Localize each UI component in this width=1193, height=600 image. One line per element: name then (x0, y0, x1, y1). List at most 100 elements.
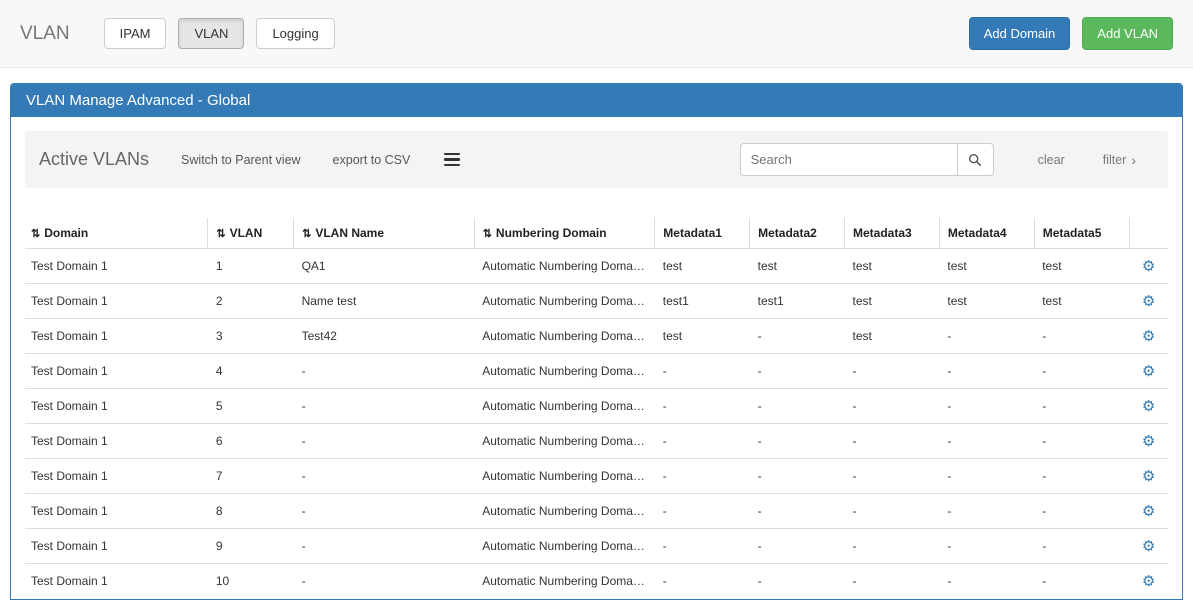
page-title: VLAN (20, 23, 70, 45)
table-cell: - (294, 564, 475, 599)
table-cell: Automatic Numbering Doma… (474, 424, 655, 459)
table-cell: test (655, 249, 750, 284)
table-cell: - (939, 354, 1034, 389)
table-cell: - (939, 459, 1034, 494)
column-label: VLAN (230, 226, 263, 240)
export-csv-link[interactable]: export to CSV (333, 153, 411, 167)
table-cell: test (845, 319, 940, 354)
column-label: Metadata4 (948, 226, 1007, 240)
table-row: Test Domain 18-Automatic Numbering Doma…… (25, 494, 1168, 529)
table-cell: test1 (655, 284, 750, 319)
gear-icon[interactable]: ⚙ (1142, 468, 1155, 485)
table-cell: Test Domain 1 (25, 424, 208, 459)
table-row: Test Domain 19-Automatic Numbering Doma…… (25, 529, 1168, 564)
table-row: Test Domain 17-Automatic Numbering Doma…… (25, 459, 1168, 494)
column-label: Domain (44, 226, 88, 240)
gear-icon[interactable]: ⚙ (1142, 258, 1155, 275)
table-cell: 10 (208, 564, 294, 599)
table-cell: - (655, 564, 750, 599)
table-cell: - (1034, 354, 1129, 389)
panel-heading: VLAN Manage Advanced - Global (11, 84, 1182, 117)
table-body: Test Domain 11QA1Automatic Numbering Dom… (25, 249, 1168, 599)
table-cell: test (845, 284, 940, 319)
table-cell: - (845, 494, 940, 529)
search-button[interactable] (958, 143, 994, 176)
menu-icon[interactable] (442, 149, 462, 171)
table-cell: - (845, 529, 940, 564)
table-cell: - (294, 354, 475, 389)
table-cell: - (655, 459, 750, 494)
gear-icon[interactable]: ⚙ (1142, 433, 1155, 450)
table-cell: - (750, 424, 845, 459)
actions-cell: ⚙ (1129, 494, 1168, 529)
table-cell: - (294, 494, 475, 529)
nav-button-vlan[interactable]: VLAN (178, 18, 244, 49)
table-cell: - (939, 529, 1034, 564)
table-cell: - (1034, 459, 1129, 494)
actions-cell: ⚙ (1129, 529, 1168, 564)
table-cell: - (1034, 424, 1129, 459)
clear-link[interactable]: clear (1038, 153, 1065, 167)
search-icon (968, 153, 982, 167)
switch-parent-view-link[interactable]: Switch to Parent view (181, 153, 301, 167)
column-header-metadata5: Metadata5 (1034, 218, 1129, 249)
table-cell: Automatic Numbering Doma… (474, 389, 655, 424)
table-cell: Automatic Numbering Doma… (474, 529, 655, 564)
column-header-vlan[interactable]: ⇅VLAN (208, 218, 294, 249)
top-navigation-bar: VLAN IPAM VLAN Logging Add Domain Add VLAN (0, 0, 1193, 68)
filter-link[interactable]: filter › (1103, 153, 1136, 167)
table-cell: Automatic Numbering Doma… (474, 494, 655, 529)
column-label: Metadata2 (758, 226, 817, 240)
table-cell: test (750, 249, 845, 284)
table-cell: Test Domain 1 (25, 529, 208, 564)
column-label: Numbering Domain (496, 226, 607, 240)
gear-icon[interactable]: ⚙ (1142, 363, 1155, 380)
table-cell: - (1034, 319, 1129, 354)
gear-icon[interactable]: ⚙ (1142, 573, 1155, 590)
chevron-right-icon: › (1131, 153, 1136, 167)
table-cell: - (750, 564, 845, 599)
gear-icon[interactable]: ⚙ (1142, 293, 1155, 310)
actions-cell: ⚙ (1129, 424, 1168, 459)
vlan-manage-panel: VLAN Manage Advanced - Global Active VLA… (10, 83, 1183, 600)
table-row: Test Domain 14-Automatic Numbering Doma…… (25, 354, 1168, 389)
table-cell: 1 (208, 249, 294, 284)
table-cell: Test Domain 1 (25, 459, 208, 494)
table-cell: - (655, 424, 750, 459)
gear-icon[interactable]: ⚙ (1142, 503, 1155, 520)
table-cell: test (1034, 284, 1129, 319)
search-input[interactable] (740, 143, 958, 176)
table-cell: Test Domain 1 (25, 319, 208, 354)
table-cell: - (1034, 564, 1129, 599)
table-cell: - (845, 459, 940, 494)
table-cell: - (294, 424, 475, 459)
nav-button-ipam[interactable]: IPAM (104, 18, 167, 49)
table-cell: 3 (208, 319, 294, 354)
panel-body: Active VLANs Switch to Parent view expor… (11, 117, 1182, 598)
column-header-numbering-domain[interactable]: ⇅Numbering Domain (474, 218, 655, 249)
table-cell: Test Domain 1 (25, 354, 208, 389)
column-header-vlan-name[interactable]: ⇅VLAN Name (294, 218, 475, 249)
table-cell: - (750, 494, 845, 529)
table-cell: Automatic Numbering Doma… (474, 284, 655, 319)
add-vlan-button[interactable]: Add VLAN (1082, 17, 1173, 50)
table-cell: - (750, 529, 845, 564)
table-cell: 6 (208, 424, 294, 459)
table-cell: - (750, 354, 845, 389)
nav-buttons: IPAM VLAN Logging (104, 18, 347, 49)
gear-icon[interactable]: ⚙ (1142, 328, 1155, 345)
table-cell: - (294, 459, 475, 494)
filter-label: filter (1103, 153, 1127, 167)
column-label: Metadata1 (663, 226, 722, 240)
table-cell: 8 (208, 494, 294, 529)
table-cell: 4 (208, 354, 294, 389)
table-cell: - (845, 564, 940, 599)
table-cell: Automatic Numbering Doma… (474, 564, 655, 599)
gear-icon[interactable]: ⚙ (1142, 398, 1155, 415)
nav-button-logging[interactable]: Logging (256, 18, 334, 49)
add-domain-button[interactable]: Add Domain (969, 17, 1071, 50)
table-cell: Test Domain 1 (25, 389, 208, 424)
table-cell: Automatic Numbering Doma… (474, 319, 655, 354)
column-header-domain[interactable]: ⇅Domain (25, 218, 208, 249)
gear-icon[interactable]: ⚙ (1142, 538, 1155, 555)
